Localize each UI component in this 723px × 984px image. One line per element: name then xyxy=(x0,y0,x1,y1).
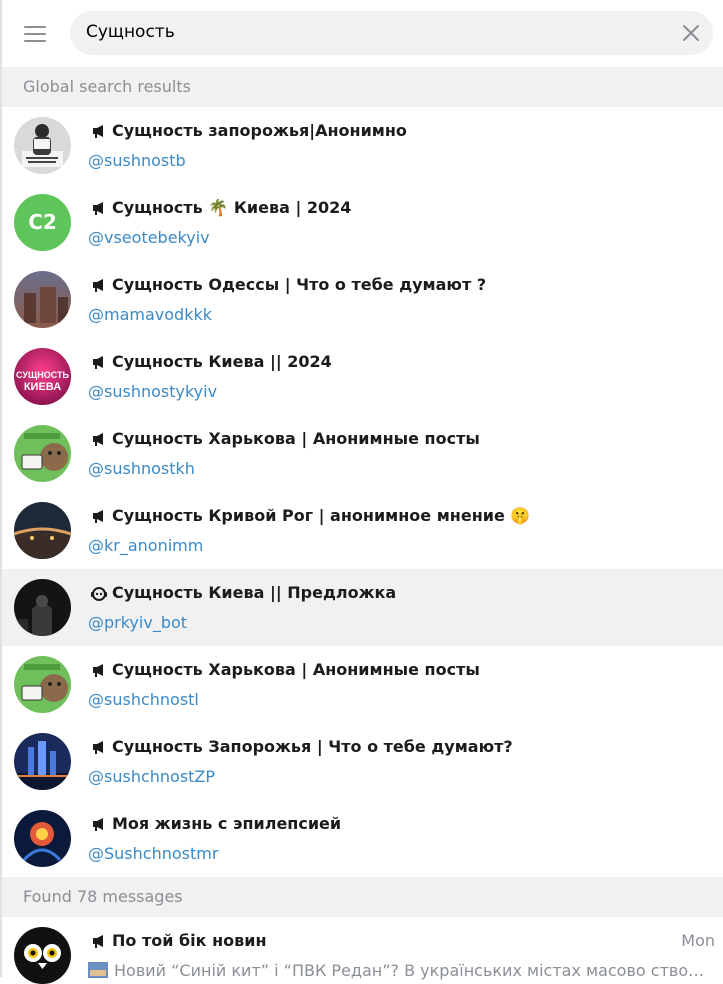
result-title: Моя жизнь с эпилепсией xyxy=(90,814,341,833)
result-username[interactable]: @sushchnostZP xyxy=(88,767,215,786)
result-username[interactable]: @Sushchnostmr xyxy=(88,844,218,863)
avatar xyxy=(14,733,71,790)
result-username[interactable]: @vseotebekyiv xyxy=(88,228,210,247)
avatar: СУЩНОСТЬ КИЕВА xyxy=(14,348,71,405)
avatar xyxy=(14,927,71,984)
avatar xyxy=(14,425,71,482)
result-title: Сущность 🌴 Киева | 2024 xyxy=(90,198,351,217)
channel-icon xyxy=(93,355,103,369)
result-username[interactable]: @sushchnostl xyxy=(88,690,199,709)
search-result-row-selected[interactable]: Сущность Киева || Предложка @prkyiv_bot xyxy=(2,569,723,646)
channel-icon xyxy=(93,740,103,754)
message-result-row[interactable]: По той бік новин Mon Новий “Синій кит” і… xyxy=(2,917,723,984)
search-result-row[interactable]: Сущность Харькова | Анонимные посты @sus… xyxy=(2,415,723,492)
search-input[interactable]: Сущность xyxy=(70,11,713,55)
avatar xyxy=(14,117,71,174)
channel-icon xyxy=(93,432,103,446)
result-title: По той бік новин xyxy=(90,931,267,950)
avatar xyxy=(14,656,71,713)
channel-icon xyxy=(93,934,103,948)
avatar: C2 xyxy=(14,194,71,251)
channel-icon xyxy=(93,663,103,677)
avatar xyxy=(14,579,71,636)
avatar-text-line1: СУЩНОСТЬ xyxy=(16,370,69,380)
avatar xyxy=(14,271,71,328)
result-title: Сущность Запорожья | Что о тебе думают? xyxy=(90,737,513,756)
result-title: Сущность Киева || Предложка xyxy=(90,583,396,602)
message-date: Mon xyxy=(681,931,715,950)
result-username[interactable]: @kr_anonimm xyxy=(88,536,203,555)
message-snippet: Новий “Синій кит” і “ПВК Редан”? В украї… xyxy=(88,961,714,980)
search-result-row[interactable]: Сущность запорожья|Анонимно @sushnostb xyxy=(2,107,723,184)
search-result-row[interactable]: Сущность Одессы | Что о тебе думают ? @m… xyxy=(2,261,723,338)
avatar xyxy=(14,502,71,559)
channel-icon xyxy=(93,201,103,215)
channel-icon xyxy=(93,817,103,831)
result-username[interactable]: @sushnostykyiv xyxy=(88,382,217,401)
result-title: Сущность Кривой Рог | анонимное мнение 🤫 xyxy=(90,506,530,525)
top-bar: Сущность xyxy=(2,0,723,67)
menu-button[interactable] xyxy=(22,18,50,48)
result-username[interactable]: @mamavodkkk xyxy=(88,305,212,324)
result-title: Сущность Харькова | Анонимные посты xyxy=(90,429,480,448)
search-result-row[interactable]: Сущность Запорожья | Что о тебе думают? … xyxy=(2,723,723,800)
search-result-row[interactable]: Моя жизнь с эпилепсией @Sushchnostmr xyxy=(2,800,723,877)
avatar-initials: C2 xyxy=(14,194,71,251)
global-search-header: Global search results xyxy=(2,67,723,107)
result-title: Сущность Киева || 2024 xyxy=(90,352,332,371)
messages-header: Found 78 messages xyxy=(2,877,723,917)
result-username[interactable]: @sushnostb xyxy=(88,151,186,170)
channel-icon xyxy=(93,509,103,523)
search-result-row[interactable]: Сущность Харькова | Анонимные посты @sus… xyxy=(2,646,723,723)
result-username[interactable]: @prkyiv_bot xyxy=(88,613,187,632)
menu-icon xyxy=(24,26,46,28)
channel-icon xyxy=(93,278,103,292)
avatar xyxy=(14,810,71,867)
clear-search-icon[interactable] xyxy=(679,21,703,45)
message-thumbnail-icon xyxy=(88,962,108,978)
result-title: Сущность Харькова | Анонимные посты xyxy=(90,660,480,679)
channel-icon xyxy=(93,124,103,138)
result-username[interactable]: @sushnostkh xyxy=(88,459,195,478)
bot-icon xyxy=(91,586,107,601)
result-title: Сущность Одессы | Что о тебе думают ? xyxy=(90,275,486,294)
search-result-row[interactable]: СУЩНОСТЬ КИЕВА Сущность Киева || 2024 @s… xyxy=(2,338,723,415)
search-result-row[interactable]: Сущность Кривой Рог | анонимное мнение 🤫… xyxy=(2,492,723,569)
avatar-text-line2: КИЕВА xyxy=(24,381,61,393)
search-query: Сущность xyxy=(86,22,175,42)
result-title: Сущность запорожья|Анонимно xyxy=(90,121,407,140)
search-result-row[interactable]: C2 Сущность 🌴 Киева | 2024 @vseotebekyiv xyxy=(2,184,723,261)
